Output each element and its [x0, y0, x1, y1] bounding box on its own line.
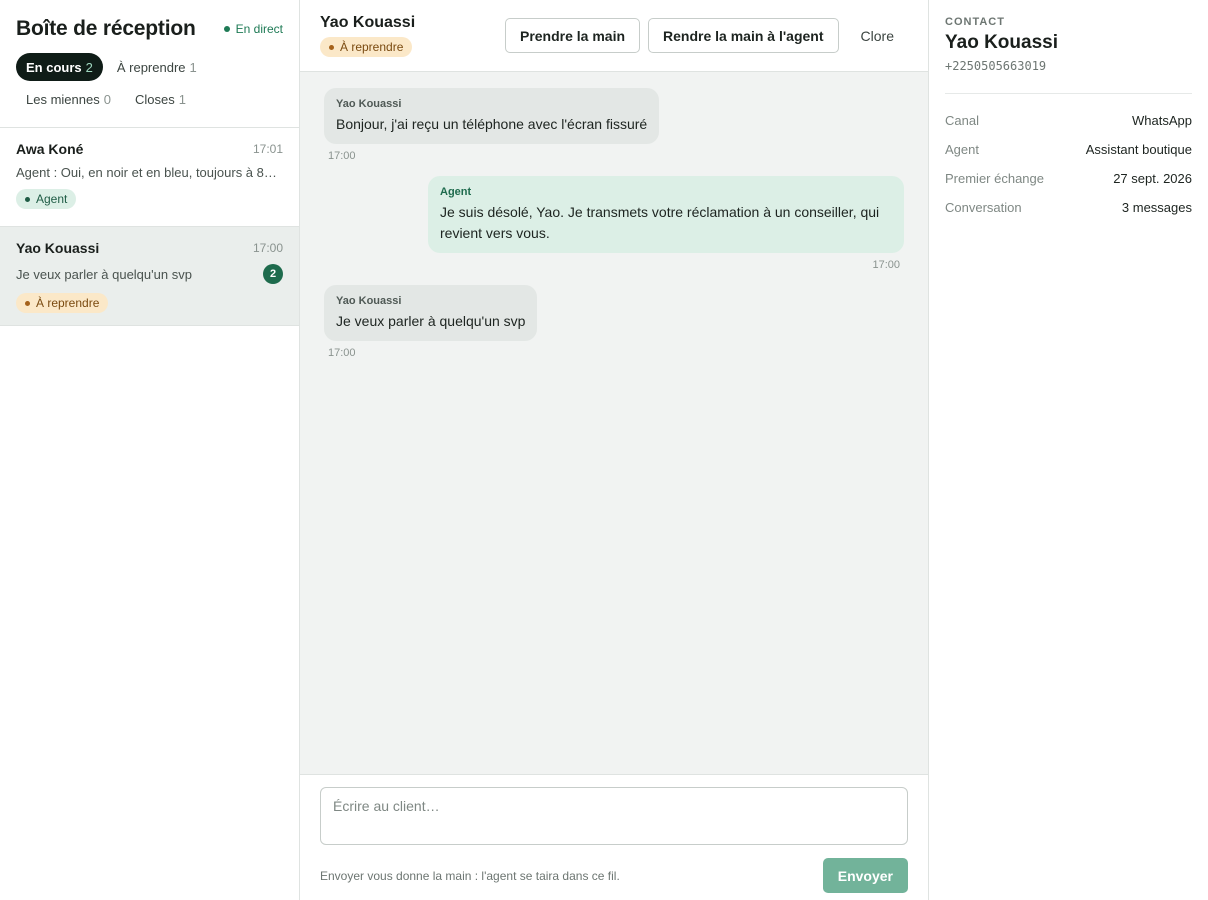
conversation-name: Yao Kouassi	[16, 240, 100, 256]
message-composer: Envoyer vous donne la main : l'agent se …	[300, 774, 928, 900]
live-dot-icon	[223, 26, 230, 32]
status-badge-agent: Agent	[16, 189, 77, 209]
chat-contact-name: Yao Kouassi	[320, 14, 416, 31]
message-agent: Agent Je suis désolé, Yao. Je transmets …	[324, 176, 904, 271]
detail-row-canal: Canal WhatsApp	[945, 106, 1192, 135]
contact-name: Yao Kouassi	[945, 32, 1058, 53]
message-text: Je veux parler à quelqu'un svp	[336, 313, 526, 329]
message-text: Je suis désolé, Yao. Je transmets votre …	[440, 204, 880, 241]
conversation-sidebar: Boîte de réception En direct En cours 2 …	[0, 0, 300, 900]
detail-row-agent: Agent Assistant boutique	[945, 135, 1192, 164]
message-sender: Yao Kouassi	[336, 295, 402, 307]
message-client: Yao Kouassi Bonjour, j'ai reçu un téléph…	[324, 88, 904, 162]
unread-count-badge: 2	[263, 264, 283, 284]
conversation-preview-row: Je veux parler à quelqu'un svp 2	[16, 264, 283, 284]
message-thread[interactable]: Yao Kouassi Bonjour, j'ai reçu un téléph…	[300, 72, 928, 774]
filter-count: 0	[103, 91, 111, 107]
live-label: En direct	[235, 22, 283, 36]
live-indicator: En direct	[223, 22, 283, 36]
sidebar-title-row: Boîte de réception En direct	[16, 14, 283, 44]
message-time: 17:00	[328, 347, 356, 359]
message-bubble: Yao Kouassi Je veux parler à quelqu'un s…	[324, 285, 538, 341]
filter-label: En cours	[26, 59, 82, 75]
message-input[interactable]	[320, 787, 908, 845]
inbox-app: Boîte de réception En direct En cours 2 …	[0, 0, 1208, 900]
filter-a-reprendre[interactable]: À reprendre 1	[107, 53, 207, 81]
filter-tabs: En cours 2 À reprendre 1 Les miennes 0 C…	[16, 44, 283, 127]
filter-closes[interactable]: Closes 1	[125, 85, 196, 113]
send-button[interactable]: Envoyer	[822, 858, 908, 893]
conversation-list: Awa Koné 17:01 Agent : Oui, en noir et e…	[0, 128, 299, 900]
filter-label: Les miennes	[26, 91, 100, 107]
detail-label: Conversation	[945, 200, 1022, 215]
detail-value: 27 sept. 2026	[1113, 171, 1192, 186]
sidebar-header: Boîte de réception En direct En cours 2 …	[0, 0, 299, 128]
filter-label: À reprendre	[116, 59, 186, 75]
badge-dot-icon	[25, 300, 30, 306]
conversation-top-row: Yao Kouassi 17:00	[16, 240, 283, 256]
badge-dot-icon	[329, 44, 334, 50]
detail-label: Premier échange	[945, 171, 1044, 186]
filter-count: 1	[189, 59, 197, 75]
contact-details-panel: CONTACT Yao Kouassi +2250505663019 Canal…	[929, 0, 1208, 900]
conversation-top-row: Awa Koné 17:01	[16, 141, 283, 157]
message-sender: Yao Kouassi	[336, 98, 402, 110]
detail-value: 3 messages	[1121, 200, 1192, 215]
chat-contact: Yao Kouassi À reprendre	[320, 14, 415, 57]
badge-dot-icon	[25, 196, 30, 202]
contact-detail-rows: Canal WhatsApp Agent Assistant boutique …	[945, 93, 1192, 222]
take-over-button[interactable]: Prendre la main	[504, 18, 641, 53]
badge-label: À reprendre	[36, 296, 100, 310]
inbox-title: Boîte de réception	[16, 17, 196, 40]
message-client: Yao Kouassi Je veux parler à quelqu'un s…	[324, 285, 904, 359]
details-kicker: CONTACT	[945, 16, 1005, 28]
chat-actions: Prendre la main Rendre la main à l'agent…	[497, 18, 908, 53]
composer-hint: Envoyer vous donne la main : l'agent se …	[320, 868, 620, 883]
detail-label: Canal	[945, 113, 979, 128]
detail-row-premier-echange: Premier échange 27 sept. 2026	[945, 164, 1192, 193]
chat-header: Yao Kouassi À reprendre Prendre la main …	[300, 0, 928, 72]
return-to-agent-button[interactable]: Rendre la main à l'agent	[648, 18, 839, 53]
filter-en-cours[interactable]: En cours 2	[16, 53, 103, 81]
conversation-item-yao-kouassi[interactable]: Yao Kouassi 17:00 Je veux parler à quelq…	[0, 227, 299, 326]
close-conversation-button[interactable]: Clore	[847, 18, 908, 53]
message-time: 17:00	[328, 150, 356, 162]
status-badge-a-reprendre: À reprendre	[16, 293, 109, 313]
filter-count: 2	[85, 59, 93, 75]
message-text: Bonjour, j'ai reçu un téléphone avec l'é…	[336, 116, 648, 132]
badge-label: Agent	[36, 192, 68, 206]
chat-status-badge: À reprendre	[320, 37, 413, 57]
conversation-time: 17:01	[252, 142, 283, 156]
detail-row-conversation: Conversation 3 messages	[945, 193, 1192, 222]
composer-bottom-row: Envoyer vous donne la main : l'agent se …	[320, 858, 908, 893]
filter-count: 1	[178, 91, 186, 107]
message-bubble: Yao Kouassi Bonjour, j'ai reçu un téléph…	[324, 88, 660, 144]
detail-value: Assistant boutique	[1085, 142, 1192, 157]
conversation-preview-row: Agent : Oui, en noir et en bleu, toujour…	[16, 165, 283, 180]
conversation-time: 17:00	[252, 241, 283, 255]
conversation-preview: Agent : Oui, en noir et en bleu, toujour…	[16, 165, 277, 180]
contact-phone: +2250505663019	[945, 59, 1047, 73]
filter-label: Closes	[134, 91, 175, 107]
message-bubble: Agent Je suis désolé, Yao. Je transmets …	[428, 176, 904, 253]
message-sender: Agent	[440, 186, 472, 198]
detail-label: Agent	[945, 142, 979, 157]
badge-label: À reprendre	[340, 40, 404, 54]
conversation-item-awa-kone[interactable]: Awa Koné 17:01 Agent : Oui, en noir et e…	[0, 128, 299, 227]
message-time: 17:00	[872, 259, 900, 271]
chat-panel: Yao Kouassi À reprendre Prendre la main …	[300, 0, 929, 900]
conversation-name: Awa Koné	[16, 141, 84, 157]
filter-les-miennes[interactable]: Les miennes 0	[16, 85, 121, 113]
detail-value: WhatsApp	[1132, 113, 1192, 128]
conversation-preview: Je veux parler à quelqu'un svp	[16, 266, 192, 282]
